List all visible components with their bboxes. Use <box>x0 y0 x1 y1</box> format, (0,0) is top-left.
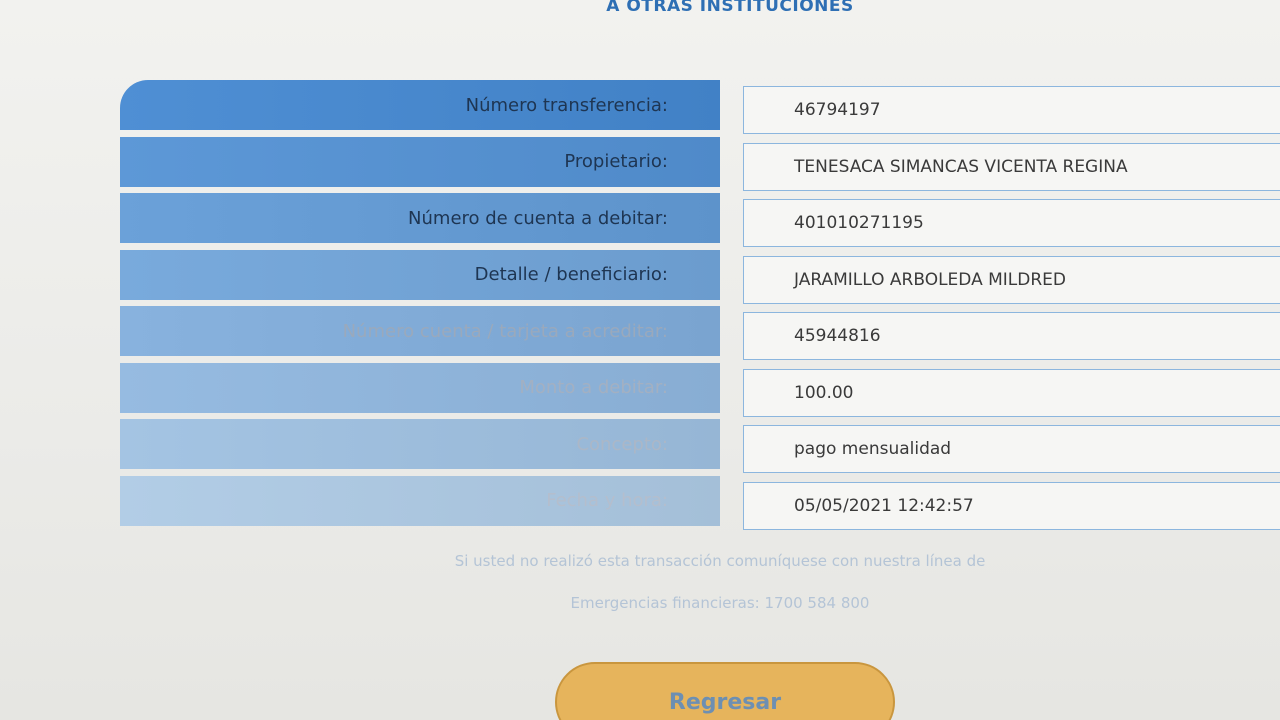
value-datetime: 05/05/2021 12:42:57 <box>743 481 1280 530</box>
value-text: 401010271195 <box>794 213 924 233</box>
value-credit-account: 45944816 <box>743 312 1280 360</box>
value-amount: 100.00 <box>743 368 1280 417</box>
label-text: Monto a debitar: <box>519 377 668 398</box>
label-transfer-number: Número transferencia: <box>120 80 720 130</box>
label-debit-account: Número de cuenta a debitar: <box>120 193 720 243</box>
label-owner: Propietario: <box>120 136 720 187</box>
label-amount: Monto a debitar: <box>120 362 720 413</box>
value-text: 100.00 <box>794 382 854 403</box>
fraud-notice-line1: Si usted no realizó esta transacción com… <box>454 552 986 570</box>
value-transfer-number: 46794197 <box>743 86 1280 134</box>
value-beneficiary: JARAMILLO ARBOLEDA MILDRED <box>743 255 1280 304</box>
label-text: Número de cuenta a debitar: <box>408 207 668 229</box>
labels-column: Número transferencia: Propietario: Númer… <box>120 80 720 532</box>
value-text: TENESACA SIMANCAS VICENTA REGINA <box>794 156 1128 177</box>
transfer-receipt-screen: A OTRAS INSTITUCIONES Número transferenc… <box>0 0 1280 720</box>
label-text: Fecha y hora: <box>546 490 668 511</box>
value-text: JARAMILLO ARBOLEDA MILDRED <box>794 269 1067 290</box>
label-text: Propietario: <box>564 151 668 172</box>
label-concept: Concepto: <box>120 419 720 469</box>
label-text: Concepto: <box>576 433 668 455</box>
value-text: 05/05/2021 12:42:57 <box>794 495 974 516</box>
value-text: pago mensualidad <box>794 439 952 459</box>
page-title: A OTRAS INSTITUCIONES <box>606 0 854 16</box>
value-text: 45944816 <box>794 326 881 346</box>
label-text: Número cuenta / tarjeta a acreditar: <box>342 320 668 342</box>
label-datetime: Fecha y hora: <box>120 475 720 526</box>
value-concept: pago mensualidad <box>743 425 1280 473</box>
values-column: 46794197 TENESACA SIMANCAS VICENTA REGIN… <box>743 86 1280 538</box>
label-credit-account: Número cuenta / tarjeta a acreditar: <box>120 306 720 356</box>
back-button[interactable]: Regresar <box>555 662 895 720</box>
label-beneficiary: Detalle / beneficiario: <box>120 249 720 300</box>
fraud-notice-line2: Emergencias financieras: 1700 584 800 <box>570 594 870 612</box>
label-text: Número transferencia: <box>465 94 668 116</box>
value-debit-account: 401010271195 <box>743 199 1280 247</box>
value-owner: TENESACA SIMANCAS VICENTA REGINA <box>743 142 1280 191</box>
value-text: 46794197 <box>794 100 881 120</box>
label-text: Detalle / beneficiario: <box>474 264 668 285</box>
